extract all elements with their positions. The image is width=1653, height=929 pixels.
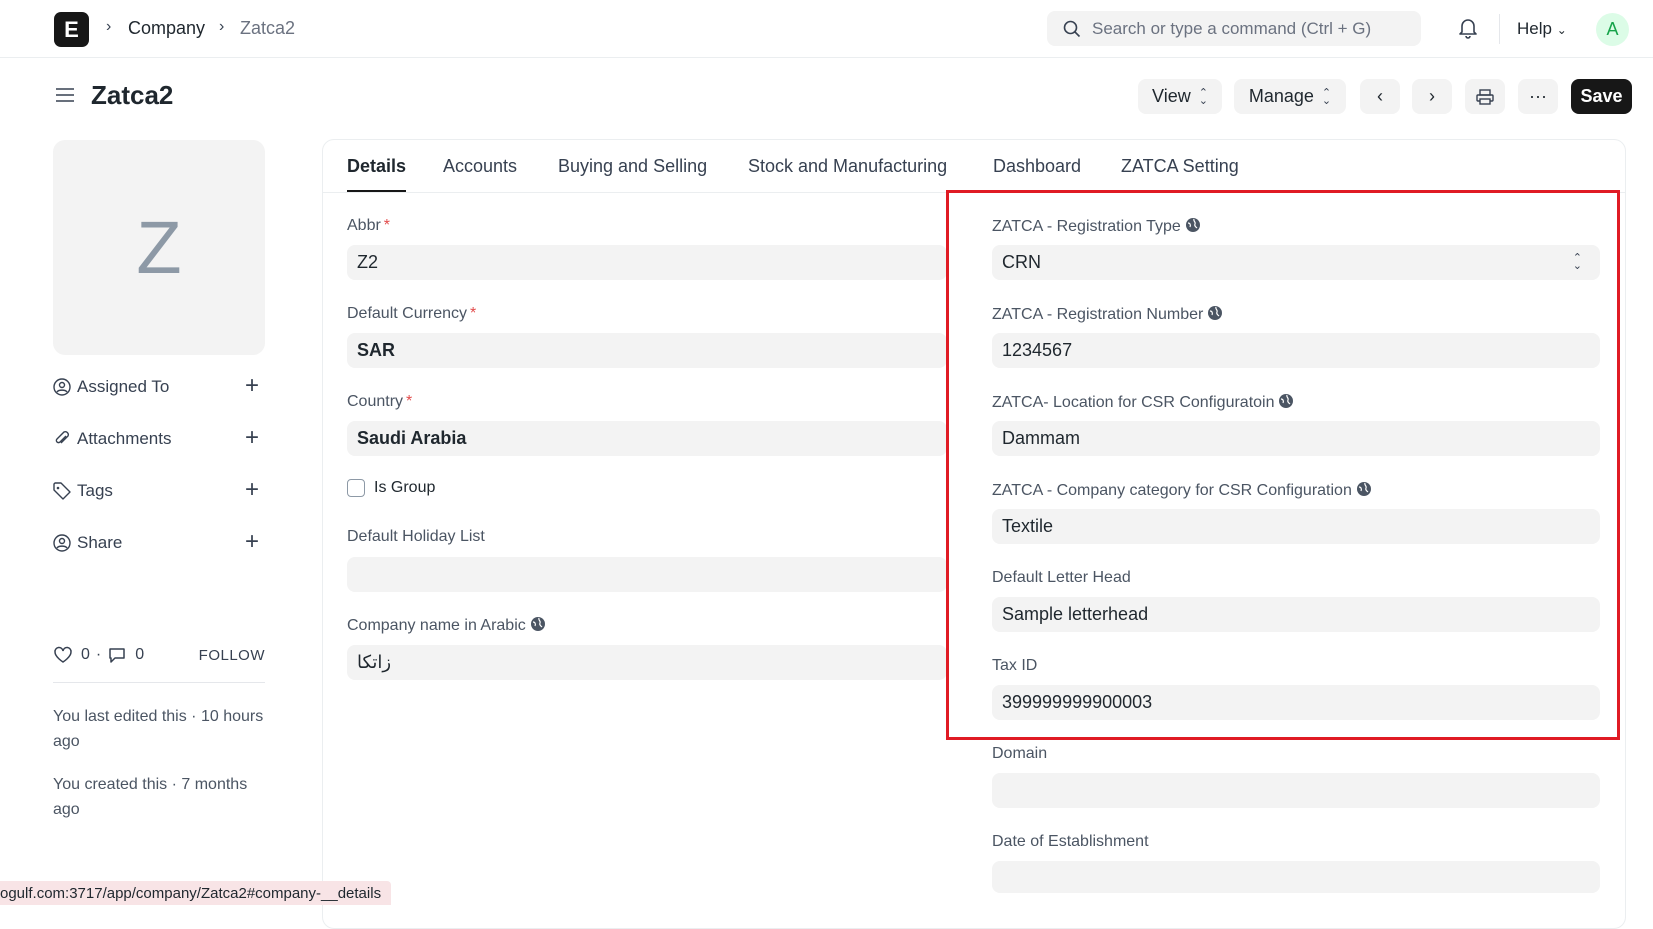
app-logo[interactable]: E	[54, 12, 89, 47]
required-indicator: *	[406, 393, 413, 410]
is-group-label: Is Group	[374, 479, 436, 496]
status-bar-url: ogulf.com:3717/app/company/Zatca2#compan…	[0, 881, 392, 905]
company-name-arabic-field[interactable]: زاتكا	[347, 645, 947, 680]
like-count: 0	[81, 646, 90, 663]
last-edited-text: You last edited this · 10 hours ago	[53, 708, 264, 750]
breadcrumb-company[interactable]: Company	[128, 18, 205, 39]
help-label: Help	[1517, 19, 1552, 38]
view-label: View	[1152, 86, 1191, 106]
manage-button[interactable]: Manage ⌃ ⌄	[1234, 79, 1346, 114]
sidebar-item-label: Assigned To	[77, 377, 170, 396]
save-label: Save	[1580, 86, 1623, 106]
tab-accounts[interactable]: Accounts	[443, 156, 517, 177]
previous-record-button[interactable]: ‹	[1360, 79, 1400, 114]
sidebar-item-label: Attachments	[77, 429, 172, 448]
assign-user-icon	[53, 378, 71, 396]
chevron-right-icon: ›	[1429, 86, 1435, 106]
abbr-field[interactable]: Z2	[347, 245, 947, 280]
required-indicator: *	[383, 217, 391, 234]
required-indicator: *	[470, 305, 477, 322]
search-icon	[1063, 20, 1081, 38]
default-currency-field[interactable]: SAR	[347, 333, 947, 368]
sidebar-share[interactable]: Share +	[53, 530, 259, 556]
updown-icon: ⌃ ⌄	[1321, 86, 1332, 107]
comment-icon[interactable]	[107, 646, 127, 664]
tag-icon	[53, 482, 71, 500]
tab-stock-and-manufacturing[interactable]: Stock and Manufacturing	[748, 156, 947, 177]
document-avatar[interactable]: Z	[53, 140, 265, 355]
date-of-establishment-label: Date of Establishment	[992, 833, 1149, 850]
add-icon[interactable]: +	[245, 374, 259, 398]
chevron-left-icon: ‹	[1377, 86, 1383, 106]
manage-label: Manage	[1248, 86, 1314, 106]
breadcrumb-current[interactable]: Zatca2	[240, 18, 295, 39]
separator-dot: ·	[95, 646, 102, 663]
label-text: Country	[347, 393, 404, 410]
add-icon[interactable]: +	[245, 530, 259, 554]
help-dropdown[interactable]: Help ⌄	[1517, 19, 1567, 39]
country-label: Country *	[347, 393, 412, 411]
sidebar-attachments[interactable]: Attachments +	[53, 426, 259, 452]
sidebar-item-label: Share	[77, 533, 123, 552]
label-text: Default Currency	[347, 305, 468, 322]
user-avatar[interactable]: A	[1596, 13, 1629, 46]
notification-bell-icon[interactable]	[1458, 17, 1478, 39]
divider	[1499, 14, 1500, 44]
company-name-arabic-label: Company name in Arabic	[347, 616, 546, 635]
comment-count: 0	[135, 646, 145, 663]
highlight-box	[946, 190, 1620, 740]
heart-icon[interactable]	[53, 646, 73, 664]
chevron-down-icon: ⌄	[1556, 23, 1567, 37]
chevron-right-icon: ›	[219, 18, 225, 35]
more-actions-button[interactable]: ···	[1518, 79, 1558, 114]
tab-details[interactable]: Details	[347, 156, 406, 177]
print-button[interactable]	[1465, 79, 1505, 114]
more-icon: ···	[1529, 86, 1547, 106]
sidebar-toggle-icon[interactable]	[56, 87, 74, 103]
country-field[interactable]: Saudi Arabia	[347, 421, 947, 456]
sidebar-assigned-to[interactable]: Assigned To +	[53, 374, 259, 400]
domain-field[interactable]	[992, 773, 1600, 808]
search-bar[interactable]: Search or type a command (Ctrl + G)	[1047, 11, 1421, 46]
add-icon[interactable]: +	[245, 426, 259, 450]
form-tabs: Details Accounts Buying and Selling Stoc…	[322, 139, 1626, 193]
is-group-checkbox[interactable]	[347, 479, 365, 497]
label-text: Abbr	[347, 217, 381, 234]
save-button[interactable]: Save	[1571, 79, 1632, 114]
divider	[53, 682, 265, 683]
label-text: Company name in Arabic	[347, 617, 526, 634]
printer-icon	[1476, 88, 1494, 105]
follow-button[interactable]: FOLLOW	[199, 647, 265, 664]
globe-icon	[530, 617, 545, 631]
view-button[interactable]: View ⌃ ⌄	[1138, 79, 1222, 114]
paperclip-icon	[55, 431, 69, 444]
page-title: Zatca2	[91, 80, 174, 110]
add-icon[interactable]: +	[245, 478, 259, 502]
tab-zatca-setting[interactable]: ZATCA Setting	[1121, 156, 1239, 177]
sidebar-item-label: Tags	[77, 481, 113, 500]
abbr-label: Abbr *	[347, 217, 390, 235]
date-of-establishment-field[interactable]	[992, 861, 1600, 893]
search-placeholder: Search or type a command (Ctrl + G)	[1092, 19, 1372, 38]
tab-dashboard[interactable]: Dashboard	[993, 156, 1081, 177]
active-tab-indicator	[347, 190, 406, 192]
top-navbar: E › Company › Zatca2 Search or type a co…	[0, 0, 1653, 58]
default-holiday-list-field[interactable]	[347, 557, 947, 592]
updown-icon: ⌃ ⌄	[1198, 86, 1208, 107]
sidebar-tags[interactable]: Tags +	[53, 478, 259, 504]
social-actions: 0 · 0 FOLLOW	[53, 643, 265, 667]
share-user-icon	[53, 534, 71, 552]
default-holiday-list-label: Default Holiday List	[347, 528, 485, 545]
next-record-button[interactable]: ›	[1412, 79, 1452, 114]
chevron-right-icon: ›	[106, 18, 112, 35]
created-text: You created this · 7 months ago	[53, 776, 248, 818]
default-currency-label: Default Currency *	[347, 305, 476, 323]
tab-buying-and-selling[interactable]: Buying and Selling	[558, 156, 707, 177]
domain-label: Domain	[992, 745, 1048, 762]
